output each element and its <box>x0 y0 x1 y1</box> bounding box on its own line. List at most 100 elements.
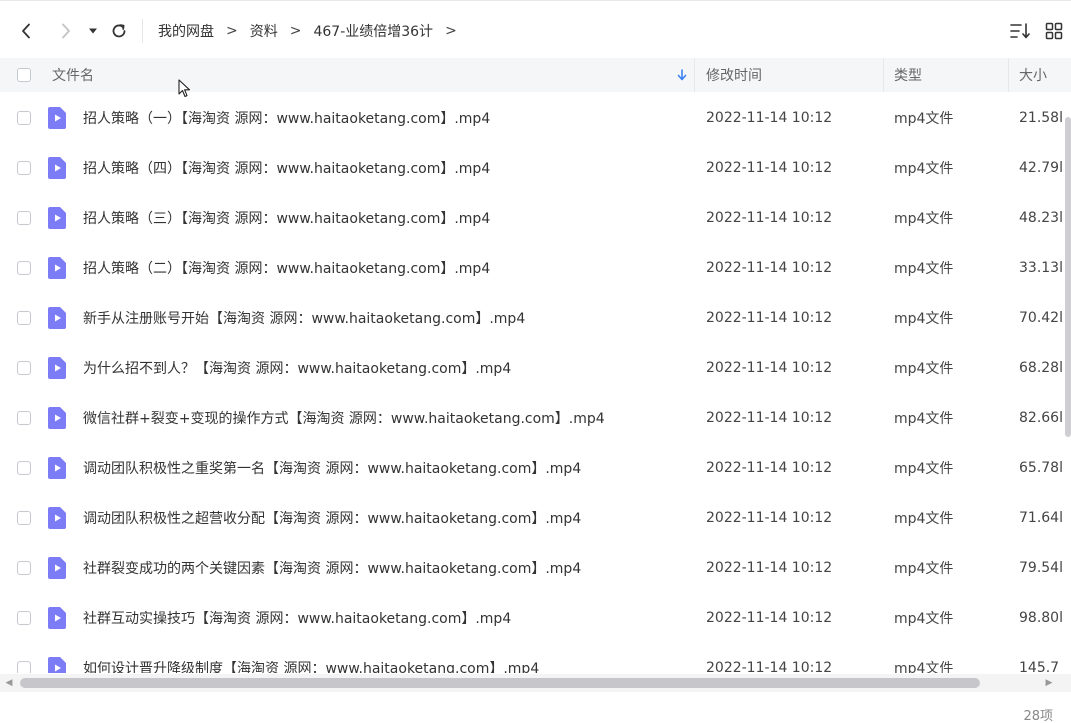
video-file-icon <box>47 393 67 443</box>
video-file-icon <box>47 293 67 343</box>
file-name[interactable]: 调动团队积极性之超营收分配【海淘资 源网：www.haitaoketang.co… <box>83 493 581 543</box>
table-row[interactable]: 如何设计晋升降级制度【海淘资 源网：www.haitaoketang.com】.… <box>0 643 1071 673</box>
video-file-icon-svg <box>48 657 66 673</box>
table-row[interactable]: 社群互动实操技巧【海淘资 源网：www.haitaoketang.com】.mp… <box>0 593 1071 643</box>
history-dropdown-button[interactable] <box>86 17 100 45</box>
file-type: mp4文件 <box>894 461 954 477</box>
column-divider[interactable] <box>694 58 695 92</box>
file-modified: 2022-11-14 10:12 <box>706 610 833 626</box>
file-name[interactable]: 社群裂变成功的两个关键因素【海淘资 源网：www.haitaoketang.co… <box>83 543 581 593</box>
file-name[interactable]: 招人策略（三）【海淘资 源网：www.haitaoketang.com】.mp4 <box>83 193 490 243</box>
table-row[interactable]: 招人策略（三）【海淘资 源网：www.haitaoketang.com】.mp4… <box>0 193 1071 243</box>
row-checkbox[interactable] <box>17 243 31 293</box>
table-row[interactable]: 招人策略（一）【海淘资 源网：www.haitaoketang.com】.mp4… <box>0 93 1071 143</box>
breadcrumb: 我的网盘 > 资料 > 467-业绩倍增36计 > <box>158 20 469 42</box>
table-row[interactable]: 调动团队积极性之重奖第一名【海淘资 源网：www.haitaoketang.co… <box>0 443 1071 493</box>
file-name[interactable]: 社群互动实操技巧【海淘资 源网：www.haitaoketang.com】.mp… <box>83 593 511 643</box>
file-type: mp4文件 <box>894 211 954 227</box>
scroll-right-icon[interactable]: ▶ <box>1044 678 1054 688</box>
column-header-type[interactable]: 类型 <box>894 58 922 92</box>
row-checkbox[interactable] <box>17 543 31 593</box>
vertical-scrollbar[interactable] <box>1063 92 1071 672</box>
refresh-icon <box>112 24 126 38</box>
video-file-icon <box>47 493 67 543</box>
video-file-icon <box>47 443 67 493</box>
file-name[interactable]: 如何设计晋升降级制度【海淘资 源网：www.haitaoketang.com】.… <box>83 643 539 673</box>
chevron-left-icon <box>22 23 30 39</box>
row-checkbox[interactable] <box>17 443 31 493</box>
file-name[interactable]: 招人策略（二）【海淘资 源网：www.haitaoketang.com】.mp4 <box>83 243 490 293</box>
sort-desc-icon[interactable] <box>677 58 687 92</box>
table-row[interactable]: 微信社群+裂变+变现的操作方式【海淘资 源网：www.haitaoketang.… <box>0 393 1071 443</box>
sort-list-icon <box>1010 23 1030 39</box>
file-name[interactable]: 微信社群+裂变+变现的操作方式【海淘资 源网：www.haitaoketang.… <box>83 393 605 443</box>
scroll-left-icon[interactable]: ◀ <box>4 678 14 688</box>
table-row[interactable]: 新手从注册账号开始【海淘资 源网：www.haitaoketang.com】.m… <box>0 293 1071 343</box>
select-all-checkbox[interactable] <box>17 58 31 92</box>
horizontal-scrollbar[interactable]: ◀ ▶ <box>0 674 1071 692</box>
row-checkbox[interactable] <box>17 343 31 393</box>
table-row[interactable]: 招人策略（四）【海淘资 源网：www.haitaoketang.com】.mp4… <box>0 143 1071 193</box>
breadcrumb-item-current[interactable]: 467-业绩倍增36计 <box>313 21 433 41</box>
file-name[interactable]: 招人策略（一）【海淘资 源网：www.haitaoketang.com】.mp4 <box>83 93 490 143</box>
checkbox-box <box>17 411 31 425</box>
file-name[interactable]: 调动团队积极性之重奖第一名【海淘资 源网：www.haitaoketang.co… <box>83 443 581 493</box>
video-file-icon-svg <box>48 157 66 179</box>
video-file-icon-svg <box>48 557 66 579</box>
row-checkbox[interactable] <box>17 393 31 443</box>
row-checkbox[interactable] <box>17 93 31 143</box>
file-name[interactable]: 为什么招不到人？【海淘资 源网：www.haitaoketang.com】.mp… <box>83 343 511 393</box>
video-file-icon-svg <box>48 457 66 479</box>
video-file-icon <box>47 343 67 393</box>
table-row[interactable]: 招人策略（二）【海淘资 源网：www.haitaoketang.com】.mp4… <box>0 243 1071 293</box>
file-size: 145.7 <box>1019 660 1060 673</box>
horizontal-scroll-thumb[interactable] <box>20 678 980 688</box>
row-checkbox[interactable] <box>17 643 31 673</box>
checkbox-box <box>17 561 31 575</box>
row-checkbox[interactable] <box>17 493 31 543</box>
file-modified: 2022-11-14 10:12 <box>706 360 833 376</box>
back-button[interactable] <box>14 17 38 45</box>
column-header-name[interactable]: 文件名 <box>52 58 94 92</box>
file-type: mp4文件 <box>894 111 954 127</box>
file-modified: 2022-11-14 10:12 <box>706 310 833 326</box>
file-size: 65.78l <box>1019 460 1063 476</box>
file-modified: 2022-11-14 10:12 <box>706 410 833 426</box>
column-header-modified[interactable]: 修改时间 <box>706 58 762 92</box>
file-modified: 2022-11-14 10:12 <box>706 160 833 176</box>
sort-button[interactable] <box>1008 17 1032 45</box>
file-size: 33.13l <box>1019 260 1063 276</box>
video-file-icon-svg <box>48 507 66 529</box>
mouse-pointer-icon <box>178 79 191 98</box>
file-size: 98.80l <box>1019 610 1063 626</box>
grid-view-button[interactable] <box>1043 17 1065 45</box>
row-checkbox[interactable] <box>17 293 31 343</box>
video-file-icon-svg <box>48 257 66 279</box>
arrow-down-icon <box>677 69 687 81</box>
column-header-size[interactable]: 大小 <box>1019 58 1047 92</box>
file-size: 82.66l <box>1019 410 1063 426</box>
checkbox-box <box>17 661 31 673</box>
row-checkbox[interactable] <box>17 593 31 643</box>
breadcrumb-item-root[interactable]: 我的网盘 <box>158 21 214 41</box>
vertical-scroll-thumb[interactable] <box>1065 117 1071 437</box>
file-size: 68.28l <box>1019 360 1063 376</box>
file-name[interactable]: 新手从注册账号开始【海淘资 源网：www.haitaoketang.com】.m… <box>83 293 525 343</box>
breadcrumb-separator: > <box>226 23 238 39</box>
table-row[interactable]: 为什么招不到人？【海淘资 源网：www.haitaoketang.com】.mp… <box>0 343 1071 393</box>
video-file-icon <box>47 193 67 243</box>
row-checkbox[interactable] <box>17 143 31 193</box>
breadcrumb-item-materials[interactable]: 资料 <box>250 21 278 41</box>
table-row[interactable]: 调动团队积极性之超营收分配【海淘资 源网：www.haitaoketang.co… <box>0 493 1071 543</box>
refresh-button[interactable] <box>108 17 130 45</box>
toolbar-divider <box>142 19 143 43</box>
table-row[interactable]: 社群裂变成功的两个关键因素【海淘资 源网：www.haitaoketang.co… <box>0 543 1071 593</box>
forward-button[interactable] <box>54 17 78 45</box>
video-file-icon <box>47 243 67 293</box>
breadcrumb-separator: > <box>445 23 457 39</box>
column-divider[interactable] <box>883 58 884 92</box>
column-divider[interactable] <box>1008 58 1009 92</box>
row-checkbox[interactable] <box>17 193 31 243</box>
file-modified: 2022-11-14 10:12 <box>706 210 833 226</box>
file-name[interactable]: 招人策略（四）【海淘资 源网：www.haitaoketang.com】.mp4 <box>83 143 490 193</box>
